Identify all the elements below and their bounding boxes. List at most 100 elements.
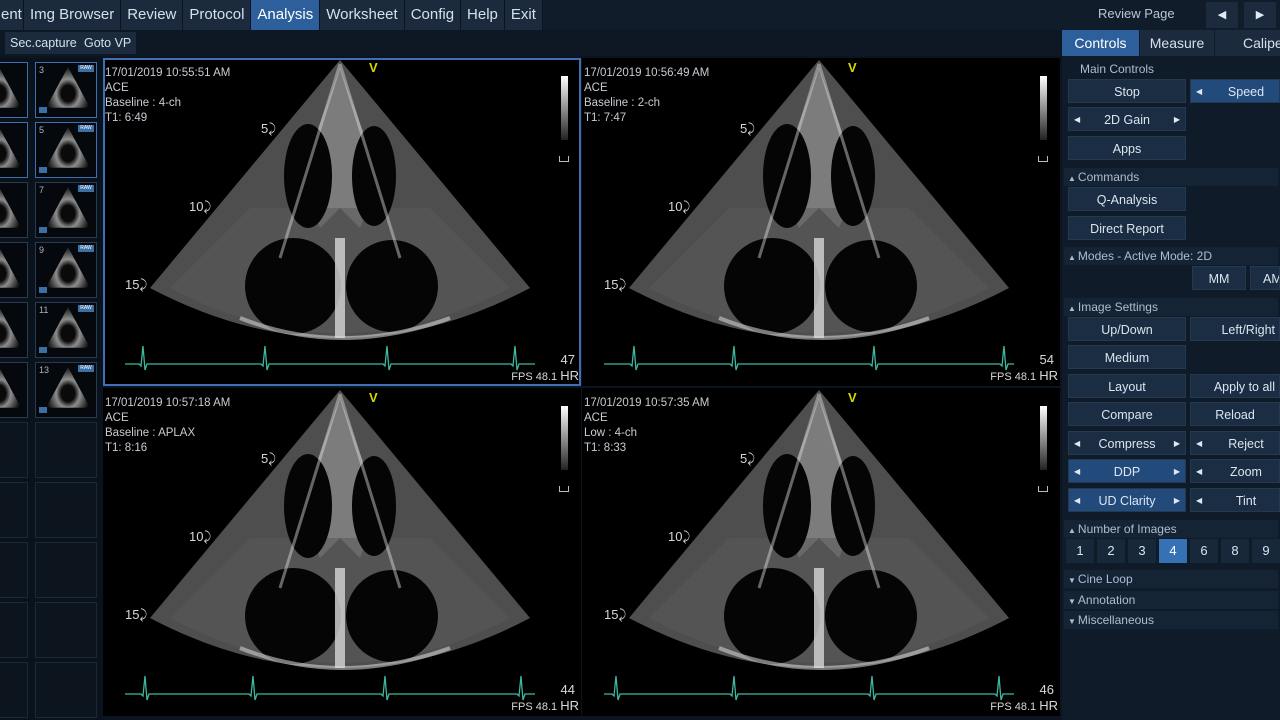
main-controls-heading: Main Controls <box>1080 62 1155 76</box>
tint-control[interactable]: ◀ Tint <box>1190 488 1280 512</box>
thumbnail[interactable] <box>0 182 28 238</box>
depth-mark: 10⤸ <box>668 529 691 544</box>
medium-button[interactable]: Medium <box>1068 345 1186 369</box>
triangle-left-icon[interactable]: ◀ <box>1196 460 1202 484</box>
ddp-control[interactable]: ◀ DDP ▶ <box>1068 459 1186 483</box>
image-settings-label: Image Settings <box>1077 300 1158 314</box>
modes-heading[interactable]: ▲ Modes - Active Mode: 2D <box>1064 247 1278 265</box>
goto-vp-button[interactable]: Goto VP <box>79 32 137 54</box>
mm-mode-button[interactable]: MM <box>1192 266 1246 290</box>
stop-button[interactable]: Stop <box>1068 79 1186 103</box>
triangle-right-icon[interactable]: ▶ <box>1174 489 1180 513</box>
number-of-images-heading[interactable]: ▲ Number of Images <box>1064 520 1278 538</box>
image-count-4[interactable]: 4 <box>1159 539 1187 563</box>
thumbnail[interactable]: 13 RAW <box>35 362 97 418</box>
q-analysis-button[interactable]: Q-Analysis <box>1068 187 1186 211</box>
depth-mark: 5⤸ <box>740 451 756 466</box>
miscellaneous-heading[interactable]: ▼ Miscellaneous <box>1064 611 1278 629</box>
annotation-heading[interactable]: ▼ Annotation <box>1064 591 1278 609</box>
thumbnail[interactable]: 3 RAW <box>35 62 97 118</box>
reject-control[interactable]: ◀ Reject <box>1190 431 1280 455</box>
thumbnail[interactable]: 7 RAW <box>35 182 97 238</box>
orientation-marker: V <box>369 60 378 75</box>
menu-img-browser[interactable]: Img Browser <box>24 0 122 30</box>
image-count-1[interactable]: 1 <box>1066 539 1094 563</box>
depth-mark: 10⤸ <box>668 199 691 214</box>
left-right-button[interactable]: Left/Right <box>1190 317 1280 341</box>
triangle-left-icon[interactable]: ◀ <box>1196 80 1202 104</box>
ud-clarity-control[interactable]: ◀ UD Clarity ▶ <box>1068 488 1186 512</box>
raw-badge: RAW <box>78 185 94 192</box>
tab-calipers[interactable]: Calipe <box>1215 30 1280 56</box>
commands-label: Commands <box>1077 170 1140 184</box>
thumbnail[interactable] <box>0 242 28 298</box>
triangle-left-icon[interactable]: ◀ <box>1074 489 1080 513</box>
thumbnail[interactable] <box>0 62 28 118</box>
menu-patient[interactable]: ent <box>0 0 24 30</box>
layout-button[interactable]: Layout <box>1068 374 1186 398</box>
triangle-left-icon[interactable]: ◀ <box>1074 460 1080 484</box>
triangle-left-icon[interactable]: ◀ <box>1074 108 1080 132</box>
tint-label: Tint <box>1235 494 1257 508</box>
image-count-8[interactable]: 8 <box>1221 539 1249 563</box>
timestamp: 17/01/2019 10:55:51 AM <box>105 67 231 79</box>
prev-page-button[interactable]: ◀ <box>1206 2 1238 28</box>
layout-label: Layout <box>1108 380 1146 394</box>
image-count-9[interactable]: 9 <box>1252 539 1280 563</box>
image-count-6[interactable]: 6 <box>1190 539 1218 563</box>
next-page-button[interactable]: ▶ <box>1244 2 1276 28</box>
menu-analysis[interactable]: Analysis <box>251 0 321 30</box>
compress-control[interactable]: ◀ Compress ▶ <box>1068 431 1186 455</box>
direct-report-button[interactable]: Direct Report <box>1068 216 1186 240</box>
thumbnail-empty <box>0 602 28 658</box>
cine-loop-heading[interactable]: ▼ Cine Loop <box>1064 570 1278 588</box>
menu-help[interactable]: Help <box>461 0 505 30</box>
menu-protocol[interactable]: Protocol <box>183 0 252 30</box>
viewport-bottom-left[interactable]: V 17/01/2019 10:57:18 AM ACE Baseline : … <box>103 388 581 716</box>
triangle-right-icon[interactable]: ▶ <box>1174 432 1180 456</box>
thumbnail[interactable] <box>0 362 28 418</box>
triangle-left-icon[interactable]: ◀ <box>1196 432 1202 456</box>
raw-badge: RAW <box>78 365 94 372</box>
depth-bracket <box>559 486 569 492</box>
grayscale-bar <box>1040 76 1047 140</box>
reload-button[interactable]: Reload <box>1190 402 1280 426</box>
image-count-2[interactable]: 2 <box>1097 539 1125 563</box>
viewport-top-right[interactable]: V 17/01/2019 10:56:49 AM ACE Baseline : … <box>582 58 1060 386</box>
menu-worksheet[interactable]: Worksheet <box>320 0 405 30</box>
thumbnail[interactable]: 9 RAW <box>35 242 97 298</box>
compare-button[interactable]: Compare <box>1068 402 1186 426</box>
gain-2d-control[interactable]: ◀ 2D Gain ▶ <box>1068 107 1186 131</box>
tab-measure[interactable]: Measure <box>1140 30 1214 56</box>
ecg-trace <box>125 675 535 701</box>
image-settings-heading[interactable]: ▲ Image Settings <box>1064 298 1278 316</box>
up-down-button[interactable]: Up/Down <box>1068 317 1186 341</box>
apply-to-all-button[interactable]: Apply to all <box>1190 374 1280 398</box>
menu-exit[interactable]: Exit <box>504 0 543 30</box>
sec-capture-button[interactable]: Sec.capture <box>5 32 82 54</box>
triangle-right-icon[interactable]: ▶ <box>1174 460 1180 484</box>
thumbnail[interactable] <box>0 302 28 358</box>
triangle-right-icon[interactable]: ▶ <box>1174 108 1180 132</box>
thumbnail[interactable] <box>0 122 28 178</box>
commands-heading[interactable]: ▲ Commands <box>1064 168 1278 186</box>
thumbnail-empty <box>35 422 97 478</box>
triangle-left-icon: ◀ <box>1217 9 1227 21</box>
compress-label: Compress <box>1098 437 1156 451</box>
tab-controls[interactable]: Controls <box>1062 30 1139 56</box>
triangle-left-icon[interactable]: ◀ <box>1196 489 1202 513</box>
am-mode-button[interactable]: AM <box>1250 266 1280 290</box>
image-count-3[interactable]: 3 <box>1128 539 1156 563</box>
apps-button[interactable]: Apps <box>1068 136 1186 160</box>
view-label: Low : 4-ch <box>584 427 638 439</box>
thumbnail[interactable]: 11 RAW <box>35 302 97 358</box>
menu-config[interactable]: Config <box>404 0 462 30</box>
triangle-left-icon[interactable]: ◀ <box>1074 432 1080 456</box>
viewport-top-left[interactable]: V 17/01/2019 10:55:51 AM ACE Baseline : … <box>103 58 581 386</box>
speed-control[interactable]: ◀ Speed <box>1190 79 1280 103</box>
menu-review[interactable]: Review <box>121 0 184 30</box>
zoom-control[interactable]: ◀ Zoom <box>1190 459 1280 483</box>
panel-tabs: Controls Measure Calipe <box>1062 30 1280 56</box>
viewport-bottom-right[interactable]: V 17/01/2019 10:57:35 AM ACE Low : 4-ch … <box>582 388 1060 716</box>
thumbnail[interactable]: 5 RAW <box>35 122 97 178</box>
